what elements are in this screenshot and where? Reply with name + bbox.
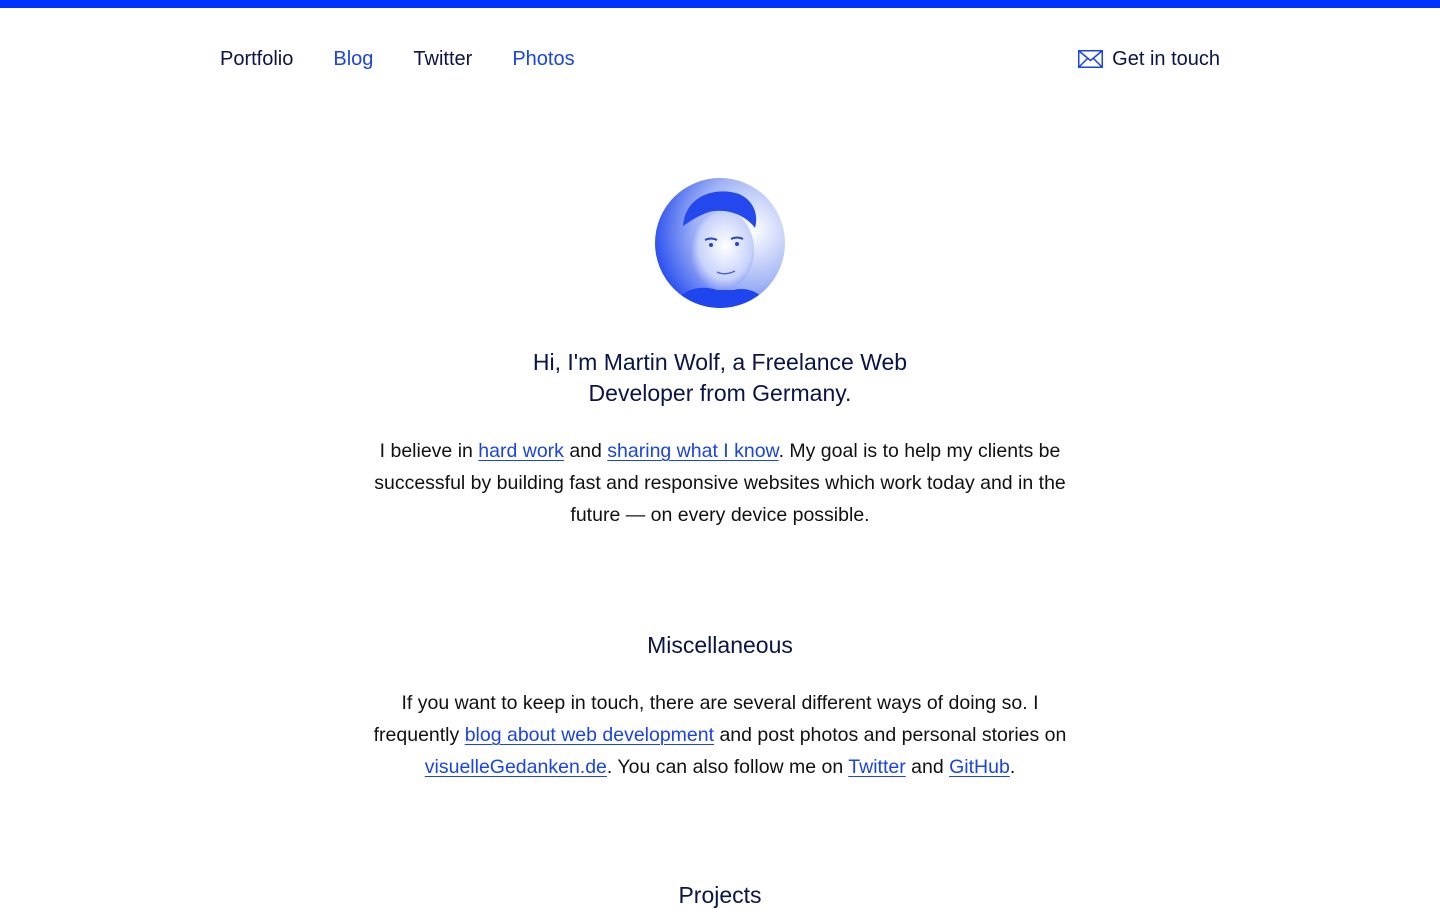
main-nav: Portfolio Blog Twitter Photos Get in tou…: [220, 45, 1220, 73]
github-link[interactable]: GitHub: [949, 756, 1010, 778]
miscellaneous-paragraph: If you want to keep in touch, there are …: [370, 687, 1070, 783]
sharing-what-i-know-link[interactable]: sharing what I know: [607, 440, 778, 462]
intro-heading: Hi, I'm Martin Wolf, a Freelance Web Deve…: [470, 347, 970, 409]
visuellegedanken-link[interactable]: visuelleGedanken.de: [425, 756, 607, 778]
miscellaneous-heading: Miscellaneous: [647, 632, 793, 658]
avatar: [655, 178, 785, 308]
twitter-link[interactable]: Twitter: [848, 756, 905, 778]
blog-about-web-development-link[interactable]: blog about web development: [465, 724, 714, 746]
intro-text-1: I believe in: [379, 440, 479, 462]
nav-item-portfolio[interactable]: Portfolio: [220, 48, 293, 71]
intro-paragraph: I believe in hard work and sharing what …: [370, 435, 1070, 531]
intro-heading-line2: Developer from Germany.: [588, 380, 852, 406]
nav-item-blog[interactable]: Blog: [333, 48, 373, 71]
nav-links: Portfolio Blog Twitter Photos: [220, 48, 575, 71]
projects-heading: Projects: [678, 882, 762, 908]
intro-heading-line1: Hi, I'm Martin Wolf, a Freelance Web: [532, 349, 908, 375]
hard-work-link[interactable]: hard work: [478, 440, 564, 462]
mail-icon: [1078, 50, 1104, 68]
nav-item-photos[interactable]: Photos: [512, 48, 574, 71]
misc-text-2: and post photos and personal stories on: [714, 724, 1067, 746]
nav-item-twitter[interactable]: Twitter: [413, 48, 472, 71]
misc-text-5: .: [1009, 756, 1016, 778]
misc-text-3: . You can also follow me on: [606, 756, 849, 778]
get-in-touch-link[interactable]: Get in touch: [1078, 48, 1220, 71]
intro-text-2: and: [563, 440, 608, 462]
top-accent-bar: [0, 0, 1440, 8]
misc-text-4: and: [905, 756, 950, 778]
get-in-touch-label: Get in touch: [1112, 47, 1220, 70]
